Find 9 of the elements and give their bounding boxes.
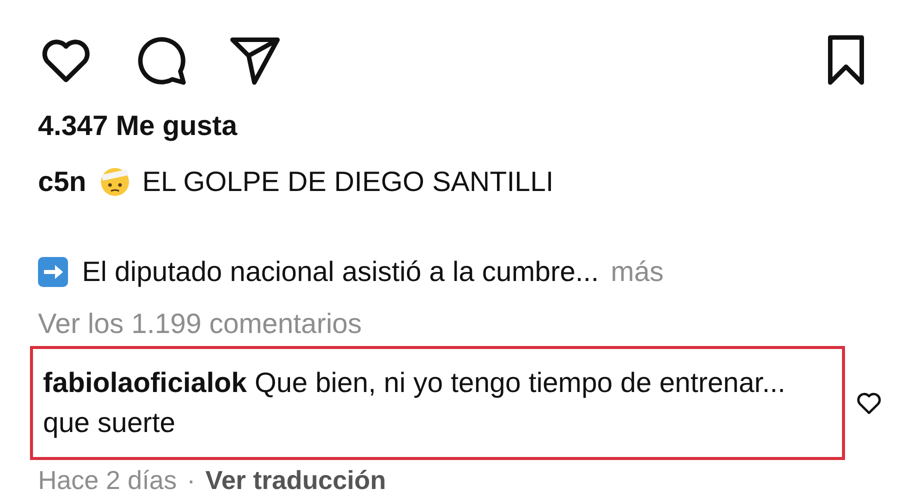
separator-dot: ·: [186, 464, 196, 496]
comment-time: Hace 2 días: [38, 464, 177, 496]
like-count[interactable]: 4.347 Me gusta: [38, 108, 883, 144]
comment-text: fabiolaoficialok Que bien, ni yo tengo tiempo de entrenar... que suerte: [43, 366, 786, 440]
caption-username[interactable]: c5n: [38, 164, 86, 200]
caption-headline: EL GOLPE DE DIEGO SANTILLI: [142, 165, 554, 199]
caption-text: El diputado nacional asistió a la cumbre...: [82, 255, 599, 289]
translate-link[interactable]: Ver traducción: [205, 464, 386, 496]
bandaged-face-icon: [100, 167, 130, 197]
